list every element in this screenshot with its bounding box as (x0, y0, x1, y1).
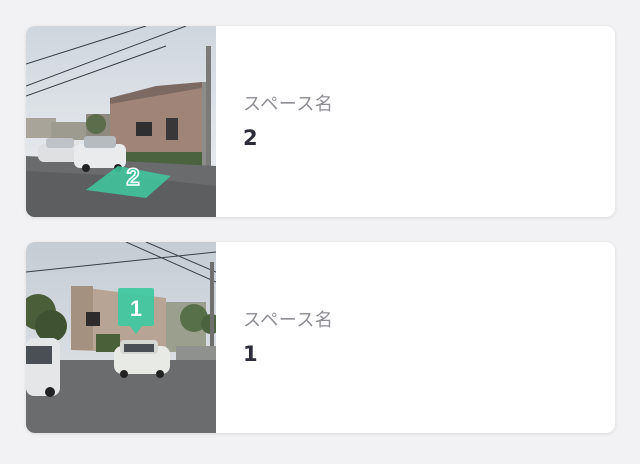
space-marker-1: 1 (130, 296, 142, 321)
space-name-value: 1 (243, 341, 258, 366)
space-name-value: 2 (243, 125, 258, 150)
space-name-label: スペース名 (243, 309, 334, 331)
space-card-1[interactable]: 1 スペース名 1 (26, 242, 615, 433)
space-info-1: スペース名 1 (216, 242, 615, 433)
space-name-label: スペース名 (243, 93, 334, 115)
space-photo-1: 1 (26, 242, 216, 433)
space-info-2: スペース名 2 (216, 26, 615, 217)
space-marker-2: 2 (126, 164, 139, 191)
space-photo-2: 2 (26, 26, 216, 217)
space-card-2[interactable]: 2 スペース名 2 (26, 26, 615, 217)
parking-space-list: 2 スペース名 2 1 スペース名 1 (26, 26, 615, 433)
